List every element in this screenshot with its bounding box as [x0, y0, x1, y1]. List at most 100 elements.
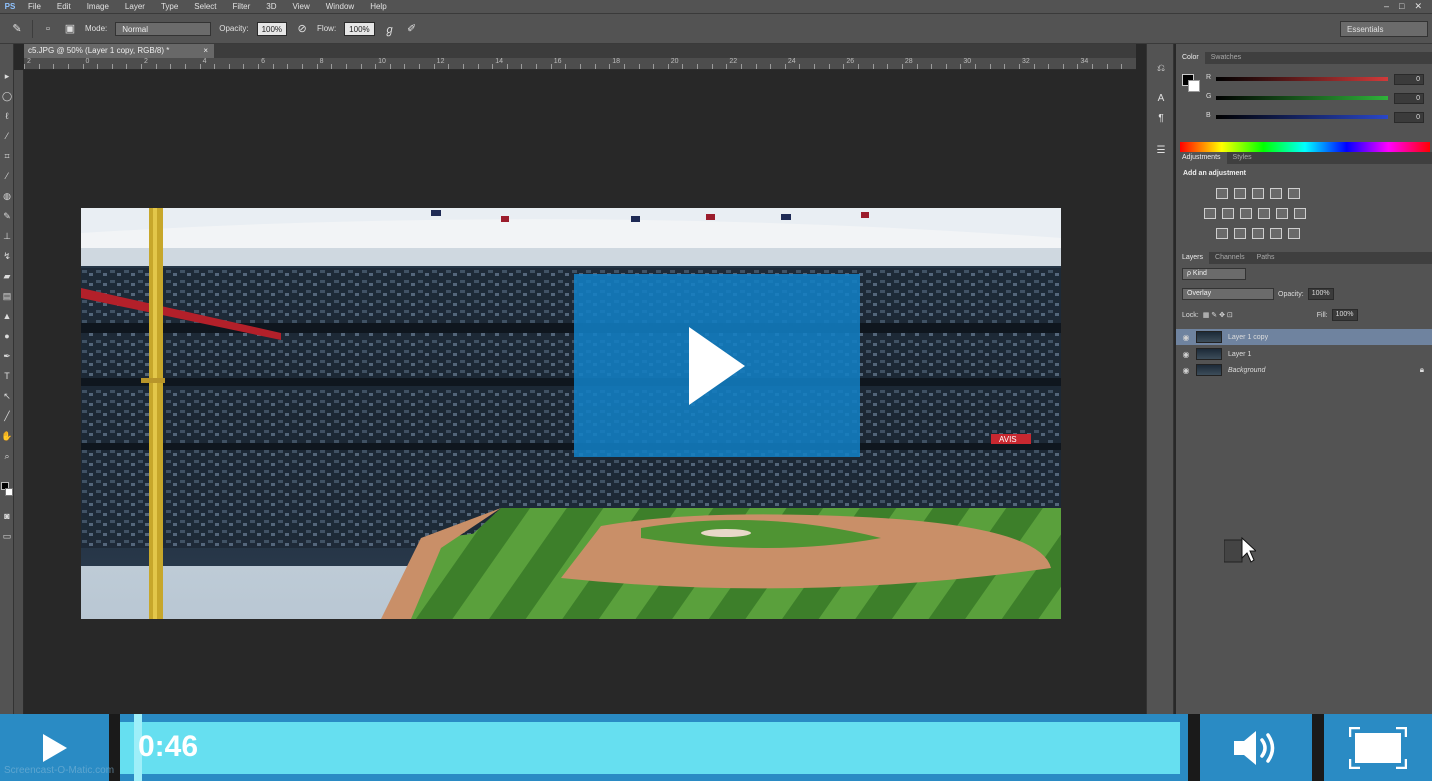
lock-icons[interactable]: ▦ ✎ ✥ ⊡ [1203, 311, 1273, 319]
blur-tool-icon[interactable]: ▲ [1, 308, 13, 324]
move-tool-icon[interactable]: ▸ [1, 68, 13, 84]
blue-slider[interactable] [1216, 115, 1388, 119]
red-slider[interactable] [1216, 77, 1388, 81]
eraser-tool-icon[interactable]: ▰ [1, 268, 13, 284]
color-balance-icon[interactable] [1240, 208, 1252, 219]
maximize-button[interactable]: □ [1399, 1, 1404, 12]
threshold-icon[interactable] [1252, 228, 1264, 239]
pressure-size-icon[interactable]: ✐ [405, 22, 419, 36]
menu-file[interactable]: File [20, 2, 49, 11]
tab-styles[interactable]: Styles [1227, 152, 1258, 164]
lasso-tool-icon[interactable]: ℓ [1, 108, 13, 124]
seek-bar[interactable]: 0:46 [120, 714, 1188, 781]
screen-mode-icon[interactable]: ▭ [1, 528, 13, 544]
path-select-tool-icon[interactable]: ↖ [1, 388, 13, 404]
menu-edit[interactable]: Edit [49, 2, 79, 11]
fullscreen-button[interactable] [1324, 714, 1432, 781]
minimize-button[interactable]: – [1384, 1, 1389, 12]
layer-row[interactable]: ◉ Background 🔒︎ [1176, 362, 1432, 378]
menu-type[interactable]: Type [153, 2, 186, 11]
paragraph-panel-icon[interactable]: ¶ [1154, 112, 1168, 126]
zoom-tool-icon[interactable]: ⌕ [1, 448, 13, 464]
pen-tool-icon[interactable]: ✒ [1, 348, 13, 364]
channel-mixer-icon[interactable] [1294, 208, 1306, 219]
brush-size-icon[interactable]: ▫ [41, 22, 55, 36]
close-window-button[interactable]: ✕ [1414, 1, 1422, 12]
marquee-tool-icon[interactable]: ◯ [1, 88, 13, 104]
blue-value-field[interactable]: 0 [1394, 112, 1424, 123]
gradient-map-triangle-icon[interactable] [1288, 188, 1300, 199]
volume-button[interactable] [1200, 714, 1312, 781]
vibrance-icon[interactable] [1204, 208, 1216, 219]
blend-mode-select[interactable]: Overlay [1182, 288, 1274, 300]
mode-select[interactable]: Normal [115, 21, 212, 36]
layer-opacity-field[interactable]: 100% [1307, 288, 1334, 300]
menu-layer[interactable]: Layer [117, 2, 153, 11]
layer-row[interactable]: ◉ Layer 1 copy [1176, 329, 1432, 345]
airbrush-icon[interactable]: ℊ [383, 22, 397, 36]
eye-icon[interactable]: ◉ [1176, 333, 1196, 342]
history-brush-icon[interactable]: ↯ [1, 248, 13, 264]
eye-icon[interactable]: ◉ [1176, 350, 1196, 359]
hand-tool-icon[interactable]: ✋ [1, 428, 13, 444]
green-slider[interactable] [1216, 96, 1388, 100]
invert-icon[interactable] [1216, 228, 1228, 239]
tab-swatches[interactable]: Swatches [1205, 52, 1247, 64]
history-panel-icon[interactable]: ⎌ [1154, 62, 1168, 76]
foreground-background-colors[interactable] [1, 482, 13, 498]
background-color-swatch[interactable] [5, 488, 13, 496]
color-swatch[interactable] [1182, 74, 1202, 94]
quick-select-tool-icon[interactable]: ⁄ [1, 128, 13, 144]
menu-filter[interactable]: Filter [225, 2, 259, 11]
posterize-icon[interactable] [1234, 228, 1246, 239]
tab-layers[interactable]: Layers [1176, 252, 1210, 264]
black-white-icon[interactable] [1258, 208, 1270, 219]
selective-color-icon[interactable] [1288, 228, 1300, 239]
green-value-field[interactable]: 0 [1394, 93, 1424, 104]
brush-tool-preset-icon[interactable]: ✎ [10, 22, 24, 36]
crop-tool-icon[interactable]: ⌗ [1, 148, 13, 164]
gradient-tool-icon[interactable]: ▤ [1, 288, 13, 304]
gradient-map-icon[interactable] [1270, 228, 1282, 239]
dodge-tool-icon[interactable]: ● [1, 328, 13, 344]
layer-row[interactable]: ◉ Layer 1 [1176, 346, 1432, 362]
pressure-opacity-icon[interactable]: ⊘ [295, 22, 309, 36]
workspace-select[interactable]: Essentials [1340, 20, 1428, 37]
stamp-tool-icon[interactable]: ⊥ [1, 228, 13, 244]
levels-icon[interactable] [1234, 188, 1246, 199]
flow-field[interactable]: 100% [344, 21, 375, 36]
healing-tool-icon[interactable]: ◍ [1, 188, 13, 204]
menu-view[interactable]: View [285, 2, 318, 11]
quick-mask-icon[interactable]: ◙ [1, 508, 13, 524]
photo-filter-icon[interactable] [1276, 208, 1288, 219]
character-panel-icon[interactable]: A [1154, 92, 1168, 106]
menu-select[interactable]: Select [186, 2, 224, 11]
exposure-icon[interactable] [1270, 188, 1282, 199]
type-tool-icon[interactable]: T [1, 368, 13, 384]
fill-field[interactable]: 100% [1331, 309, 1358, 321]
eye-icon[interactable]: ◉ [1176, 366, 1196, 375]
close-document-icon[interactable]: × [203, 44, 208, 58]
tab-adjustments[interactable]: Adjustments [1176, 152, 1227, 164]
layer-kind-filter[interactable]: ρ Kind [1182, 268, 1246, 280]
brush-panel-icon[interactable]: ▣ [63, 22, 77, 36]
background-color[interactable] [1188, 80, 1200, 92]
hue-saturation-icon[interactable] [1222, 208, 1234, 219]
curves-icon[interactable] [1252, 188, 1264, 199]
opacity-field[interactable]: 100% [256, 21, 288, 36]
red-value-field[interactable]: 0 [1394, 74, 1424, 85]
menu-image[interactable]: Image [79, 2, 117, 11]
tab-channels[interactable]: Channels [1209, 252, 1251, 264]
brush-tool-icon[interactable]: ✎ [1, 208, 13, 224]
eyedropper-tool-icon[interactable]: ⁄ [1, 168, 13, 184]
tab-paths[interactable]: Paths [1251, 252, 1281, 264]
menu-window[interactable]: Window [318, 2, 362, 11]
menu-3d[interactable]: 3D [258, 2, 284, 11]
brightness-contrast-icon[interactable] [1216, 188, 1228, 199]
tab-color[interactable]: Color [1176, 52, 1205, 64]
menu-help[interactable]: Help [362, 2, 394, 11]
document-tab[interactable]: c5.JPG @ 50% (Layer 1 copy, RGB/8) * × [24, 44, 214, 58]
brush-presets-icon[interactable]: ☰ [1154, 144, 1168, 158]
line-tool-icon[interactable]: ╱ [1, 408, 13, 424]
color-spectrum[interactable] [1180, 142, 1430, 152]
